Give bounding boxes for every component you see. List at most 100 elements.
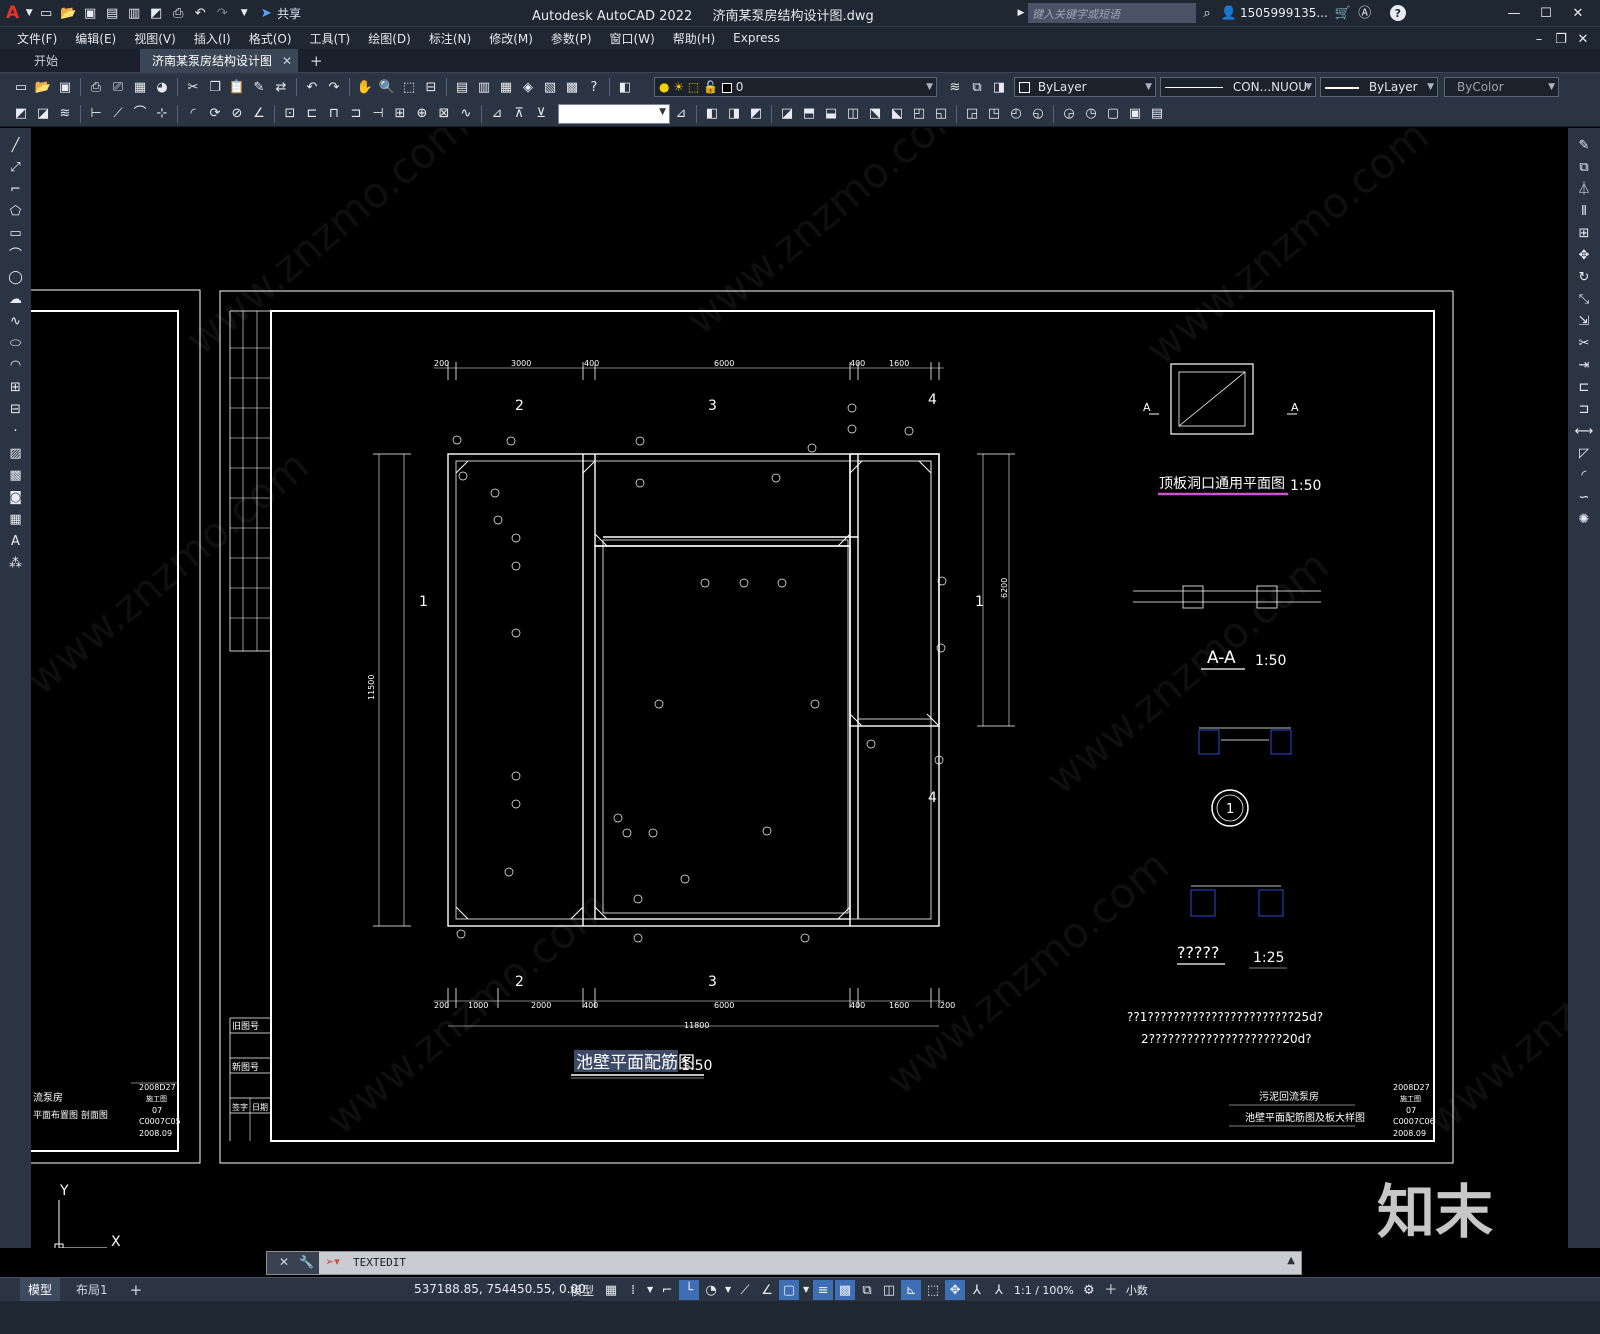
join-icon[interactable]: ⟷ [1574,421,1594,441]
properties-icon[interactable]: ▤ [452,77,472,97]
layer-props-icon[interactable]: ◧ [615,77,635,97]
scale-icon[interactable]: ⤡ [1574,289,1594,309]
undo-icon[interactable]: ↶ [190,3,210,23]
paste-icon[interactable]: 📋 [227,77,247,97]
match-prop-icon[interactable]: ✎ [249,77,269,97]
rectangle-icon[interactable]: ▭ [6,223,26,243]
autodesk-app-icon[interactable]: Ⓐ [1355,3,1375,23]
menu-item-9[interactable]: 参数(P) [542,30,601,47]
cmd-close-icon[interactable]: ✕ [279,1255,289,1269]
modify-icon-15[interactable]: ◵ [1028,104,1048,124]
make-block-icon[interactable]: ⊟ [6,399,26,419]
sheet-set-icon[interactable]: ◈ [518,77,538,97]
ortho-icon[interactable]: └ [679,1280,700,1300]
modify-icon-6[interactable]: ⬓ [821,104,841,124]
tb2-icon-3[interactable]: ≋ [55,104,75,124]
block-edit-icon[interactable]: ⇄ [271,77,291,97]
dim-continue-icon[interactable]: ⊓ [324,104,344,124]
menu-item-11[interactable]: 帮助(H) [664,30,724,47]
modify-icon-18[interactable]: ▢ [1103,104,1123,124]
search-icon[interactable]: ⌕ [1197,3,1217,23]
auto-scale-icon[interactable]: ⅄ [989,1280,1009,1300]
revcloud-icon[interactable]: ☁ [6,289,26,309]
dim-update-icon[interactable]: ⊻ [531,104,551,124]
break-icon[interactable]: ⊐ [1574,399,1594,419]
dim-space-icon[interactable]: ⊐ [346,104,366,124]
selection-cycling-icon[interactable]: ⧉ [857,1280,877,1300]
blend-icon[interactable]: ∽ [1574,487,1594,507]
add-layout-button[interactable]: + [120,1281,153,1299]
layout-tab-model[interactable]: 模型 [20,1278,61,1301]
line-icon[interactable]: ╱ [6,135,26,155]
rotate-icon[interactable]: ↻ [1574,267,1594,287]
modify-icon-12[interactable]: ◲ [962,104,982,124]
export-icon[interactable]: ▥ [124,3,144,23]
tb-save-icon[interactable]: ▣ [55,77,75,97]
open-icon[interactable]: 📂 [58,3,78,23]
preview-icon[interactable]: ⎚ [108,77,128,97]
dim-diameter-icon[interactable]: ⊘ [227,104,247,124]
transparency-icon[interactable]: ▩ [835,1280,856,1300]
expand-icon[interactable]: ▶ [1015,3,1027,23]
snap-icon[interactable]: ⁞ [623,1280,643,1300]
dim-edit-icon[interactable]: ⊿ [487,104,507,124]
dim-linear-icon[interactable]: ⊢ [86,104,106,124]
user-icon[interactable]: 👤 [1219,3,1239,23]
lineweight-dropdown[interactable]: ByLayer ▼ [1320,77,1438,97]
zoom-window-icon[interactable]: ⬚ [399,77,419,97]
modify-icon-3[interactable]: ◩ [746,104,766,124]
help-icon[interactable]: ? [1389,5,1406,21]
tolerance-icon[interactable]: ⊞ [390,104,410,124]
isodraft-icon[interactable]: ⟋ [735,1280,755,1300]
color-dropdown[interactable]: ByLayer ▼ [1014,77,1156,97]
tb-undo-icon[interactable]: ↶ [302,77,322,97]
tb-redo-icon[interactable]: ↷ [324,77,344,97]
modify-icon-19[interactable]: ▣ [1125,104,1145,124]
tb-help-icon[interactable]: ? [584,77,604,97]
ellipse-arc-icon[interactable]: ◠ [6,355,26,375]
drawing-canvas[interactable]: www.znzmo.com www.znzmo.com www.znzmo.co… [31,128,1568,1248]
copy-icon[interactable]: ❐ [205,77,225,97]
layer-previous-icon[interactable]: ⧉ [967,77,987,97]
region-icon[interactable]: ◙ [6,487,26,507]
make-current-icon[interactable]: ≋ [945,77,965,97]
menu-item-10[interactable]: 窗口(W) [601,30,664,47]
3d-dwf-icon[interactable]: ◕ [152,77,172,97]
tab-close-icon[interactable]: ✕ [282,49,292,73]
layer-state-icon[interactable]: ◨ [989,77,1009,97]
stretch-icon[interactable]: ⇲ [1574,311,1594,331]
dyn-ucs-icon[interactable]: ⊾ [901,1280,922,1300]
selection-filter-icon[interactable]: ⬚ [923,1280,943,1300]
offset-icon[interactable]: ⫴ [1574,201,1594,221]
cmd-settings-icon[interactable]: 🔧 [299,1255,314,1269]
web-icon[interactable]: ◩ [146,3,166,23]
inspect-icon[interactable]: ⊠ [434,104,454,124]
menu-item-8[interactable]: 修改(M) [480,30,542,47]
annotation-visibility-icon[interactable]: ⅄ [967,1280,987,1300]
tb-open-icon[interactable]: 📂 [33,77,53,97]
insert-block-icon[interactable]: ⊞ [6,377,26,397]
qnew-icon[interactable]: ▭ [11,77,31,97]
snap-menu-icon[interactable]: ▼ [645,1280,655,1300]
dim-arc-icon[interactable]: ⌒ [130,104,150,124]
menu-item-3[interactable]: 插入(I) [185,30,240,47]
share-icon[interactable]: ➤ [256,3,276,23]
explode-icon[interactable]: ✺ [1574,509,1594,529]
polygon-icon[interactable]: ⬠ [6,201,26,221]
menu-item-6[interactable]: 绘图(D) [359,30,420,47]
annotation-monitor-icon[interactable]: ＋ [1101,1280,1121,1300]
gradient-icon[interactable]: ▩ [6,465,26,485]
publish-icon[interactable]: ▦ [130,77,150,97]
polar-icon[interactable]: ◔ [701,1280,721,1300]
save-icon[interactable]: ▣ [80,3,100,23]
dim-aligned-icon[interactable]: ⟋ [108,104,128,124]
modify-icon-5[interactable]: ⬒ [799,104,819,124]
command-line[interactable]: ✕ 🔧 ➢▾ TEXTEDIT ▲ [266,1251,1302,1275]
design-center-icon[interactable]: ▥ [474,77,494,97]
maximize-icon[interactable]: ☐ [1531,3,1561,23]
modify-icon-9[interactable]: ⬕ [887,104,907,124]
mtext-icon[interactable]: A [6,531,26,551]
polar-menu-icon[interactable]: ▼ [723,1280,733,1300]
save-as-icon[interactable]: ▤ [102,3,122,23]
zoom-previous-icon[interactable]: ⊟ [421,77,441,97]
